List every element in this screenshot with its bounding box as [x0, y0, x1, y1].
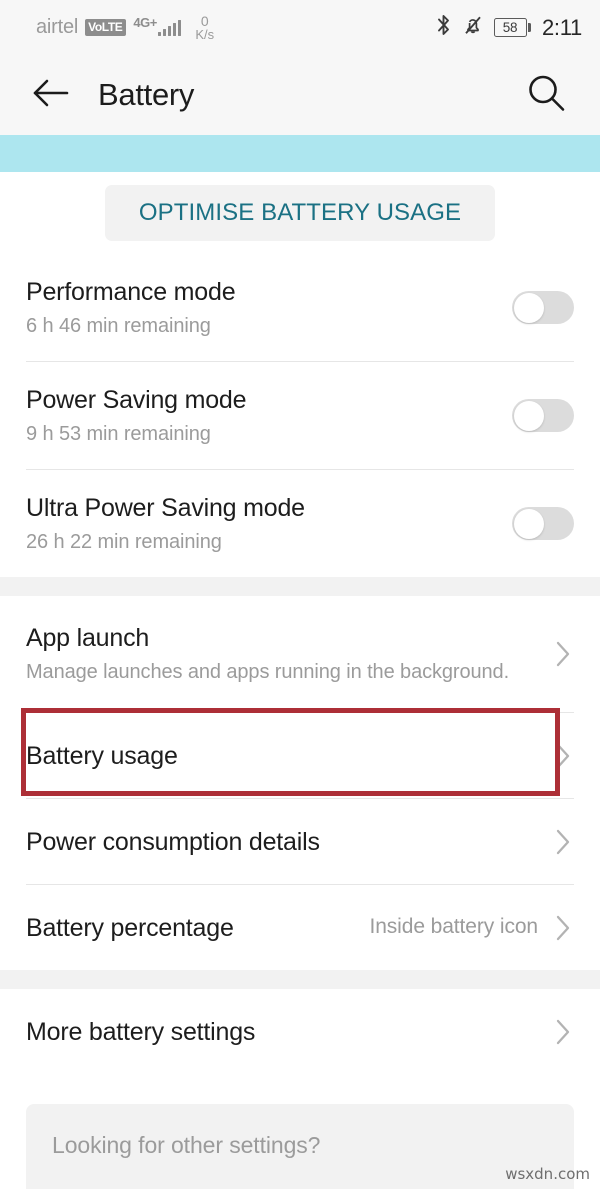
battery-cap	[528, 23, 531, 32]
app-bar: Battery	[0, 55, 600, 135]
toggle-knob	[513, 292, 544, 323]
battery-modes-group: Performance mode 6 h 46 min remaining Po…	[0, 254, 600, 577]
search-icon	[525, 72, 567, 119]
page-title: Battery	[98, 77, 195, 112]
optimise-battery-usage-button[interactable]: OPTIMISE BATTERY USAGE	[104, 185, 496, 241]
row-text: Battery percentage	[26, 913, 369, 943]
status-bar-left: airtel VoLTE 4G+ 0 K/s	[36, 14, 214, 41]
row-subtitle: Manage launches and apps running in the …	[26, 661, 510, 683]
settings-content: OPTIMISE BATTERY USAGE Performance mode …	[0, 172, 600, 1189]
network-signal: 4G+	[133, 15, 182, 36]
row-power-consumption-details[interactable]: Power consumption details	[0, 799, 600, 884]
row-app-launch[interactable]: App launch Manage launches and apps runn…	[0, 596, 600, 712]
status-bar-right: 58 2:11	[435, 14, 582, 41]
row-text: Power consumption details	[26, 827, 538, 857]
row-more-battery-settings[interactable]: More battery settings	[0, 989, 600, 1074]
chevron-right-icon[interactable]	[552, 742, 574, 770]
battery-percent-label: 58	[493, 18, 527, 37]
carrier-name: airtel	[36, 16, 79, 38]
row-battery-usage[interactable]: Battery usage	[0, 713, 600, 798]
blue-accent-band	[0, 135, 600, 172]
toggle-power-saving-mode[interactable]	[512, 399, 574, 432]
data-rate-unit: K/s	[195, 27, 215, 42]
bell-muted-icon	[463, 14, 483, 41]
network-type-label: 4G+	[133, 15, 157, 30]
row-subtitle: 9 h 53 min remaining	[26, 422, 211, 445]
toggle-ultra-power-saving-mode[interactable]	[512, 507, 574, 540]
chevron-right-icon[interactable]	[552, 828, 574, 856]
back-button[interactable]	[26, 70, 76, 120]
other-settings-card: Looking for other settings? Screen resol…	[26, 1104, 574, 1189]
toggle-knob	[513, 508, 544, 539]
chevron-right-icon[interactable]	[552, 914, 574, 942]
row-text: Battery usage	[26, 741, 538, 771]
row-performance-mode[interactable]: Performance mode 6 h 46 min remaining	[0, 254, 600, 361]
row-title: Power Saving mode	[26, 385, 247, 414]
search-button[interactable]	[520, 69, 572, 121]
row-title: Performance mode	[26, 277, 236, 306]
row-text: App launch Manage launches and apps runn…	[26, 623, 538, 685]
section-separator	[0, 577, 600, 596]
row-title: Ultra Power Saving mode	[26, 493, 305, 522]
battery-status-icon: 58	[493, 18, 531, 37]
row-title: Battery usage	[26, 741, 178, 770]
row-text: Power Saving mode 9 h 53 min remaining	[26, 385, 496, 447]
row-ultra-power-saving-mode[interactable]: Ultra Power Saving mode 26 h 22 min rema…	[0, 470, 600, 577]
battery-settings-group: App launch Manage launches and apps runn…	[0, 596, 600, 970]
toggle-knob	[513, 400, 544, 431]
row-title: Battery percentage	[26, 913, 234, 942]
row-subtitle: 6 h 46 min remaining	[26, 314, 211, 337]
section-separator	[0, 970, 600, 989]
row-battery-percentage[interactable]: Battery percentage Inside battery icon	[0, 885, 600, 970]
row-text: Ultra Power Saving mode 26 h 22 min rema…	[26, 493, 496, 555]
optimise-button-container: OPTIMISE BATTERY USAGE	[0, 172, 600, 254]
watermark: wsxdn.com	[505, 1165, 590, 1183]
row-subtitle: 26 h 22 min remaining	[26, 530, 222, 553]
row-value: Inside battery icon	[369, 915, 538, 939]
chevron-right-icon[interactable]	[552, 640, 574, 668]
volte-badge: VoLTE	[85, 19, 127, 36]
row-text: More battery settings	[26, 1017, 538, 1047]
row-title: More battery settings	[26, 1017, 256, 1046]
status-bar: airtel VoLTE 4G+ 0 K/s 58 2:11	[0, 0, 600, 55]
clock: 2:11	[542, 14, 582, 40]
signal-bars-icon	[157, 19, 182, 36]
back-arrow-icon	[32, 78, 70, 113]
row-text: Performance mode 6 h 46 min remaining	[26, 277, 496, 339]
row-power-saving-mode[interactable]: Power Saving mode 9 h 53 min remaining	[0, 362, 600, 469]
other-settings-question: Looking for other settings?	[52, 1132, 321, 1158]
row-title: Power consumption details	[26, 827, 320, 856]
toggle-performance-mode[interactable]	[512, 291, 574, 324]
bluetooth-icon	[435, 14, 452, 41]
data-rate: 0 K/s	[195, 14, 214, 41]
more-settings-group: More battery settings	[0, 989, 600, 1074]
chevron-right-icon[interactable]	[552, 1018, 574, 1046]
battery-settings-screen: airtel VoLTE 4G+ 0 K/s 58 2:11 Battery O…	[0, 0, 600, 1189]
row-title: App launch	[26, 624, 150, 652]
data-rate-value: 0	[200, 13, 209, 29]
